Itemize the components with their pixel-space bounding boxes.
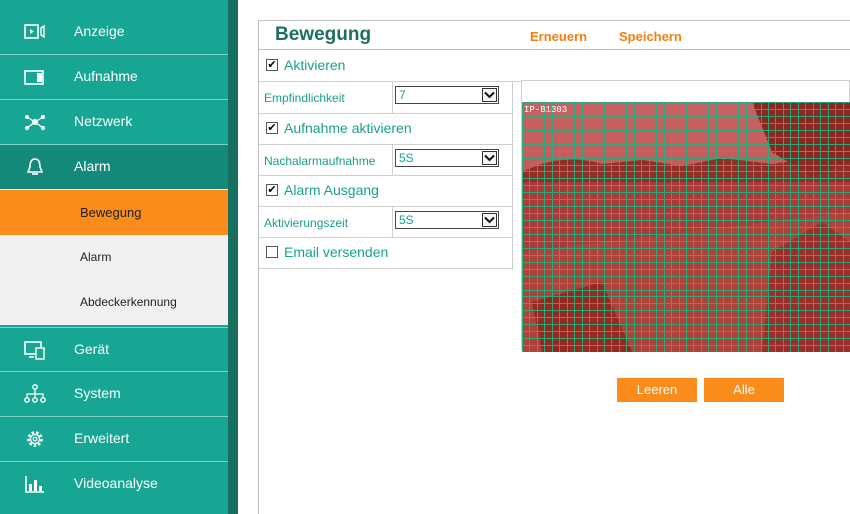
clear-button[interactable]: Leeren	[617, 378, 697, 402]
network-icon	[24, 112, 46, 132]
activation-time-label: Aktivierungszeit	[264, 216, 349, 230]
record-enable-checkbox[interactable]: ✔	[266, 122, 278, 134]
submenu-item-label: Abdeckerkennung	[80, 295, 177, 309]
camera-timestamp: IP-B1303	[524, 105, 567, 115]
bell-icon	[24, 157, 46, 177]
refresh-button[interactable]: Erneuern	[530, 29, 587, 44]
alarm-output-checkbox[interactable]: ✔	[266, 184, 278, 196]
submenu-item-alarm[interactable]: Alarm	[0, 235, 228, 280]
submenu-item-label: Alarm	[80, 250, 112, 264]
sidebar-edge	[228, 0, 238, 514]
chevron-down-icon	[482, 151, 497, 165]
post-record-select[interactable]: 5S	[395, 149, 499, 167]
submenu-item-label: Bewegung	[80, 205, 142, 220]
sidebar-item-label: Aufnahme	[74, 68, 138, 84]
save-button[interactable]: Speichern	[619, 29, 682, 44]
sidebar: Anzeige Aufnahme Netzwerk Alarm Bewegung…	[0, 0, 228, 514]
post-record-row: Nachalarmaufnahme 5S	[258, 144, 512, 176]
camera-image: IP-B1303	[522, 102, 850, 352]
select-all-button[interactable]: Alle	[704, 378, 784, 402]
sidebar-item-geraet[interactable]: Gerät	[0, 327, 228, 372]
sidebar-item-label: Erweitert	[74, 430, 130, 446]
sidebar-item-videoanalyse[interactable]: Videoanalyse	[0, 462, 228, 507]
sidebar-item-label: Netzwerk	[74, 113, 133, 129]
sidebar-item-erweitert[interactable]: Erweitert	[0, 417, 228, 462]
submenu-item-bewegung[interactable]: Bewegung	[0, 190, 228, 235]
alarm-output-row: ✔ Alarm Ausgang	[258, 175, 512, 206]
chart-icon	[24, 474, 46, 494]
record-enable-row: ✔ Aufnahme aktivieren	[258, 113, 512, 144]
page-title: Bewegung	[275, 24, 372, 45]
activation-time-select[interactable]: 5S	[395, 211, 499, 229]
post-record-label: Nachalarmaufnahme	[264, 154, 376, 168]
sidebar-item-label: System	[74, 385, 121, 401]
activate-label: Aktivieren	[284, 57, 346, 73]
sidebar-item-anzeige[interactable]: Anzeige	[0, 10, 228, 55]
main-content: Bewegung Erneuern Speichern ✔ Aktivieren…	[258, 0, 850, 514]
divider	[392, 207, 393, 238]
sidebar-item-aufnahme[interactable]: Aufnahme	[0, 55, 228, 100]
post-record-value: 5S	[399, 151, 414, 165]
record-icon	[24, 67, 46, 87]
divider	[392, 82, 393, 113]
divider	[392, 145, 393, 176]
activation-time-value: 5S	[399, 213, 414, 227]
email-label: Email versenden	[284, 244, 389, 260]
sensitivity-row: Empfindlichkeit 7	[258, 82, 512, 113]
email-row: Email versenden	[258, 237, 512, 269]
device-icon	[24, 340, 46, 360]
email-checkbox[interactable]	[266, 246, 278, 258]
alarm-output-label: Alarm Ausgang	[284, 182, 379, 198]
motion-area-grid[interactable]: IP-B1303	[522, 102, 850, 352]
chevron-down-icon	[482, 213, 497, 227]
sensitivity-select[interactable]: 7	[395, 86, 499, 104]
activation-time-row: Aktivierungszeit 5S	[258, 206, 512, 238]
sensitivity-value: 7	[399, 88, 406, 102]
sidebar-item-alarm[interactable]: Alarm	[0, 145, 228, 190]
record-enable-label: Aufnahme aktivieren	[284, 120, 412, 136]
sidebar-item-label: Videoanalyse	[74, 475, 158, 491]
submenu-item-abdeckerkennung[interactable]: Abdeckerkennung	[0, 280, 228, 325]
sidebar-item-label: Gerät	[74, 341, 110, 357]
hierarchy-icon	[24, 384, 46, 404]
activate-row: ✔ Aktivieren	[258, 51, 512, 81]
sidebar-item-label: Alarm	[74, 158, 111, 174]
activate-checkbox[interactable]: ✔	[266, 59, 278, 71]
sidebar-item-netzwerk[interactable]: Netzwerk	[0, 100, 228, 145]
gear-icon	[24, 429, 46, 449]
sidebar-item-label: Anzeige	[74, 23, 125, 39]
sensitivity-label: Empfindlichkeit	[264, 91, 345, 105]
sidebar-item-system[interactable]: System	[0, 372, 228, 417]
chevron-down-icon	[482, 88, 497, 102]
divider	[512, 81, 513, 270]
title-bar: Bewegung Erneuern Speichern	[258, 20, 850, 50]
display-icon	[24, 22, 46, 42]
